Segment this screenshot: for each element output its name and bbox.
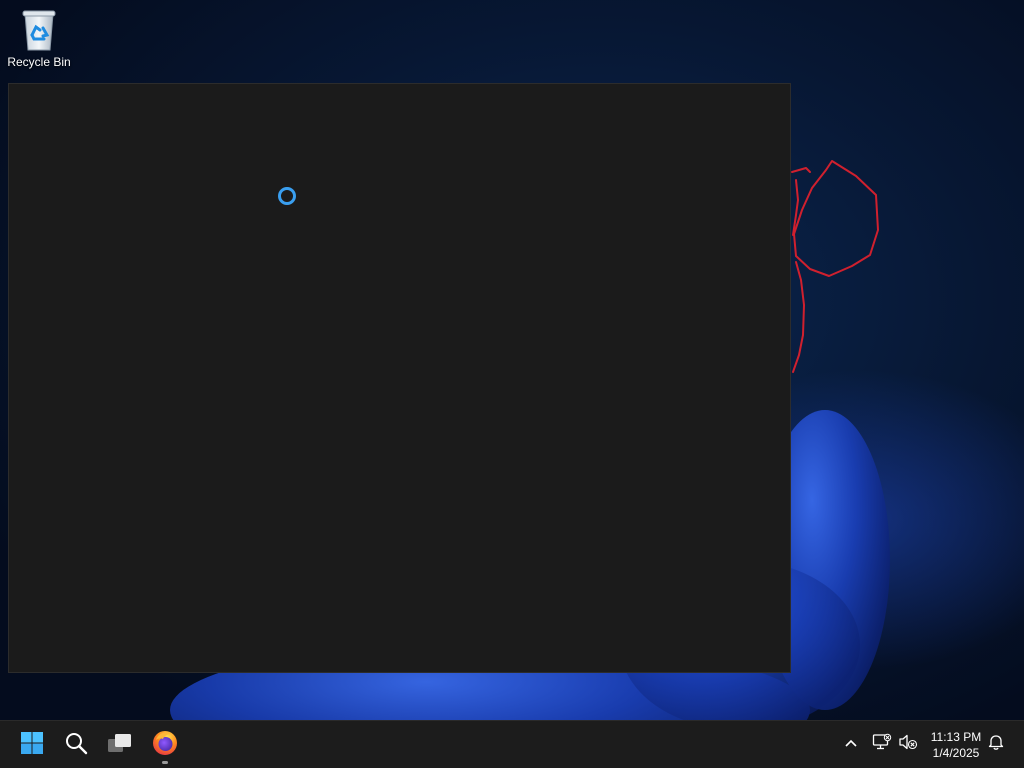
notifications-button[interactable] xyxy=(985,733,1007,755)
task-view-button[interactable] xyxy=(100,725,140,765)
network-status-button[interactable] xyxy=(871,733,893,755)
firefox-taskbar-button[interactable] xyxy=(145,725,185,765)
clock-time: 11:13 PM xyxy=(930,730,982,744)
firefox-icon xyxy=(152,730,178,761)
volume-button[interactable] xyxy=(897,733,919,755)
search-button[interactable] xyxy=(56,725,96,765)
windows-start-icon xyxy=(20,731,44,760)
recycle-bin-desktop-icon[interactable]: Recycle Bin xyxy=(4,6,74,76)
clock-date: 1/4/2025 xyxy=(932,746,980,760)
loading-spinner-icon xyxy=(278,187,296,205)
recycle-bin-label: Recycle Bin xyxy=(7,55,71,69)
search-icon xyxy=(64,731,88,760)
volume-muted-icon xyxy=(898,733,918,756)
desktop: Recycle Bin xyxy=(0,0,1024,720)
task-view-icon xyxy=(107,731,133,760)
app-window[interactable] xyxy=(8,83,791,673)
network-disconnected-icon xyxy=(872,733,892,756)
show-hidden-icons-button[interactable] xyxy=(840,733,862,755)
taskbar: 11:13 PM 1/4/2025 xyxy=(0,720,1024,768)
recycle-bin-icon xyxy=(21,8,57,52)
firefox-running-indicator xyxy=(162,761,168,764)
taskbar-clock[interactable]: 11:13 PM 1/4/2025 xyxy=(922,729,990,761)
start-button[interactable] xyxy=(12,725,52,765)
bell-icon xyxy=(987,733,1005,756)
chevron-up-icon xyxy=(844,735,858,753)
